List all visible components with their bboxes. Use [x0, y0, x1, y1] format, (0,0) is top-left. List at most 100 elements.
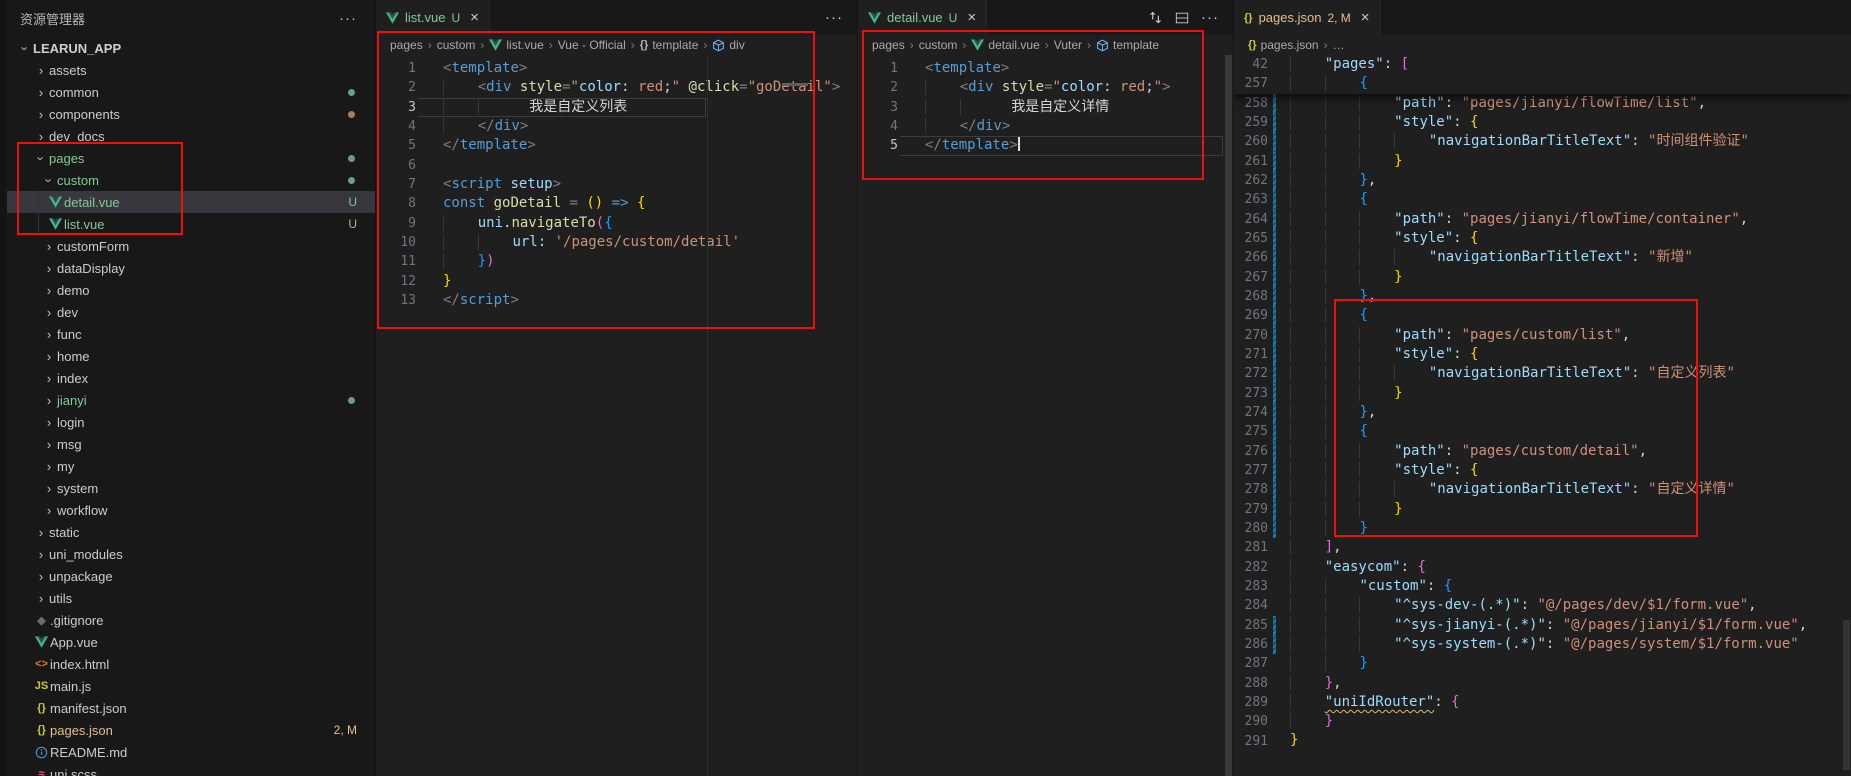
chevron-right-icon[interactable]: ›: [33, 525, 49, 540]
tab-list.vue[interactable]: list.vueU×: [376, 0, 490, 35]
line-number: 11: [376, 254, 416, 269]
tree-item-customForm[interactable]: ›customForm: [7, 235, 375, 257]
chevron-right-icon[interactable]: ›: [33, 107, 49, 122]
tree-item-custom[interactable]: ›custom: [7, 169, 375, 191]
compare-action[interactable]: [1148, 10, 1163, 25]
line-number: 289: [1234, 695, 1268, 710]
tree-item-common[interactable]: ›common: [7, 81, 375, 103]
tab-pages.json[interactable]: {}pages.json2, M×: [1234, 0, 1381, 35]
chevron-right-icon[interactable]: ›: [41, 459, 57, 474]
explorer-more-actions-icon[interactable]: ···: [339, 10, 357, 27]
breadcrumb-item[interactable]: {}template: [640, 38, 699, 52]
tree-item-App.vue[interactable]: App.vue: [7, 631, 375, 653]
tree-item-login[interactable]: ›login: [7, 411, 375, 433]
scrollbar[interactable]: [1225, 55, 1232, 776]
tree-item-manifest.json[interactable]: {}manifest.json: [7, 697, 375, 719]
chevron-right-icon[interactable]: ›: [41, 437, 57, 452]
tree-item-detail.vue[interactable]: detail.vueU: [7, 191, 375, 213]
tree-item-pages.json[interactable]: {}pages.json2, M: [7, 719, 375, 741]
close-icon[interactable]: ×: [1361, 9, 1370, 26]
code-line-13: 13</script>: [376, 291, 857, 310]
chevron-right-icon[interactable]: ›: [33, 129, 49, 144]
chevron-down-icon[interactable]: ›: [42, 172, 57, 188]
scrollbar[interactable]: [1843, 620, 1850, 770]
code-text: </div>: [443, 117, 528, 136]
tree-item-unpackage[interactable]: ›unpackage: [7, 565, 375, 587]
tree-item-dev-docs[interactable]: ›dev_docs: [7, 125, 375, 147]
tree-item-pages[interactable]: ›pages: [7, 147, 375, 169]
tree-item-index[interactable]: ›index: [7, 367, 375, 389]
tree-item-README.md[interactable]: README.md: [7, 741, 375, 763]
split-action[interactable]: [1175, 11, 1189, 25]
breadcrumb-item[interactable]: …: [1333, 38, 1345, 52]
tree-item-components[interactable]: ›components: [7, 103, 375, 125]
tab-detail.vue[interactable]: detail.vueU×: [858, 0, 987, 35]
breadcrumb-item[interactable]: template: [1096, 38, 1159, 52]
chevron-right-icon[interactable]: ›: [41, 261, 57, 276]
tree-item-assets[interactable]: ›assets: [7, 59, 375, 81]
code-area[interactable]: 1<template>2 <div style="color: red;" @c…: [376, 55, 857, 776]
tree-item-list.vue[interactable]: list.vueU: [7, 213, 375, 235]
breadcrumb-item[interactable]: {}pages.json: [1248, 38, 1319, 52]
chevron-right-icon[interactable]: ›: [33, 547, 49, 562]
breadcrumb-item[interactable]: pages: [390, 38, 423, 52]
tree-item-static[interactable]: ›static: [7, 521, 375, 543]
tree-item-dataDisplay[interactable]: ›dataDisplay: [7, 257, 375, 279]
tree-item-label: customForm: [57, 239, 129, 254]
breadcrumb-item[interactable]: div: [712, 38, 744, 52]
chevron-right-icon[interactable]: ›: [33, 591, 49, 606]
chevron-right-icon[interactable]: ›: [41, 239, 57, 254]
breadcrumb-item[interactable]: detail.vue: [971, 38, 1039, 52]
tree-item-LEARUN-APP[interactable]: ›LEARUN_APP: [7, 37, 375, 59]
tree-item-demo[interactable]: ›demo: [7, 279, 375, 301]
breadcrumb-item[interactable]: Vue - Official: [558, 38, 626, 52]
chevron-down-icon[interactable]: ›: [34, 150, 49, 166]
tree-item-home[interactable]: ›home: [7, 345, 375, 367]
tree-item-.gitignore[interactable]: ◆.gitignore: [7, 609, 375, 631]
tree-item-system[interactable]: ›system: [7, 477, 375, 499]
chevron-right-icon[interactable]: ›: [41, 283, 57, 298]
tree-item-workflow[interactable]: ›workflow: [7, 499, 375, 521]
close-icon[interactable]: ×: [470, 9, 479, 26]
chevron-right-icon[interactable]: ›: [41, 371, 57, 386]
tree-item-uni.scss[interactable]: ≈uni.scss: [7, 763, 375, 776]
chevron-right-icon[interactable]: ›: [41, 481, 57, 496]
chevron-right-icon[interactable]: ›: [33, 569, 49, 584]
tree-item-utils[interactable]: ›utils: [7, 587, 375, 609]
line-number: 271: [1234, 347, 1268, 362]
code-area[interactable]: 1<template>2 <div style="color: red;">3 …: [858, 55, 1233, 776]
tree-item-label: uni.scss: [50, 767, 97, 776]
tree-item-msg[interactable]: ›msg: [7, 433, 375, 455]
chevron-right-icon[interactable]: ›: [41, 503, 57, 518]
more-action[interactable]: ···: [1201, 9, 1219, 26]
more-action[interactable]: ···: [825, 9, 843, 26]
chevron-right-icon[interactable]: ›: [41, 415, 57, 430]
tree-item-jianyi[interactable]: ›jianyi: [7, 389, 375, 411]
tree-item-my[interactable]: ›my: [7, 455, 375, 477]
tree-item-index.html[interactable]: <>index.html: [7, 653, 375, 675]
breadcrumb-item[interactable]: custom: [437, 38, 476, 52]
tree-item-main.js[interactable]: JSmain.js: [7, 675, 375, 697]
code-area[interactable]: 42 "pages": [257 { 258 "path": "pages/ji…: [1234, 55, 1851, 776]
chevron-right-icon[interactable]: ›: [41, 393, 57, 408]
more-actions-icon: ···: [825, 9, 843, 26]
code-line-8: 8const goDetail = () => {: [376, 194, 857, 213]
tree-item-dev[interactable]: ›dev: [7, 301, 375, 323]
chevron-right-icon[interactable]: ›: [41, 349, 57, 364]
line-number: 8: [376, 196, 416, 211]
line-number: 278: [1234, 482, 1268, 497]
chevron-right-icon[interactable]: ›: [33, 63, 49, 78]
breadcrumb-item[interactable]: list.vue: [489, 38, 543, 52]
tree-item-func[interactable]: ›func: [7, 323, 375, 345]
line-number: 2: [376, 80, 416, 95]
chevron-right-icon[interactable]: ›: [41, 327, 57, 342]
chevron-right-icon[interactable]: ›: [41, 305, 57, 320]
breadcrumb-item[interactable]: custom: [919, 38, 958, 52]
git-file-icon: ◆: [33, 614, 50, 627]
close-icon[interactable]: ×: [967, 9, 976, 26]
chevron-right-icon[interactable]: ›: [33, 85, 49, 100]
tree-item-uni-modules[interactable]: ›uni_modules: [7, 543, 375, 565]
breadcrumb-item[interactable]: pages: [872, 38, 905, 52]
breadcrumb-item[interactable]: Vuter: [1054, 38, 1082, 52]
chevron-down-icon[interactable]: ›: [18, 40, 33, 56]
